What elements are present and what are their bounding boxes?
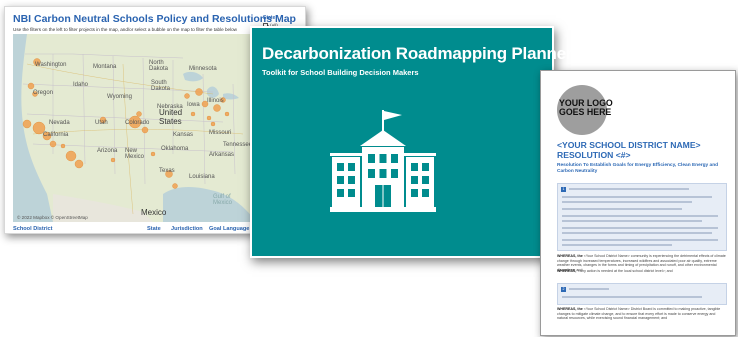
map-copyright: © 2022 Mapbox © OpenStreetMap [17,215,88,220]
column-school-district[interactable]: School District [13,226,52,232]
label-missouri: Missouri [209,130,232,136]
label-arkansas: Arkansas [209,152,235,158]
school-building-icon [330,110,436,212]
label-arizona: Arizona [97,148,118,154]
whereas-clause-3: WHEREAS, the <Your School District Name>… [557,307,721,321]
label-kansas: Kansas [173,132,194,138]
label-minnesota: Minnesota [189,66,217,72]
label-gulf-of-mexico: Gulf of Mexico [213,194,233,206]
resolution-subheading: Resolution To Establish Goals for Energy… [557,163,719,174]
label-north-dakota: North Dakota [149,60,169,72]
label-colorado: Colorado [125,120,150,126]
map-subtitle: Use the filters on the left to filter pr… [13,27,237,32]
guidance-note-2: 2 [557,283,727,305]
label-texas: Texas [159,168,175,174]
label-nevada: Nevada [49,120,70,126]
label-california: California [43,132,69,138]
us-map[interactable]: Washington Montana North Dakota Minnesot… [13,34,257,222]
logo-placeholder-text: YOUR LOGO GOES HERE [559,98,613,117]
label-illinois: Illinois [207,98,224,104]
label-south-dakota: South Dakota [151,80,171,92]
whereas-clause-2: WHEREAS, <why action is needed at the lo… [557,269,673,273]
label-united-states: United States [159,108,183,126]
note-number: 1 [561,187,566,192]
planner-subtitle: Toolkit for School Building Decision Mak… [262,68,419,77]
label-louisiana: Louisiana [189,174,215,180]
column-jurisdiction[interactable]: Jurisdiction [171,226,203,232]
planner-toolkit-card[interactable]: Decarbonization Roadmapping Planner Tool… [250,26,573,258]
label-tennessee: Tennessee [223,142,253,148]
column-goal-language[interactable]: Goal Language [209,226,249,232]
label-oklahoma: Oklahoma [161,146,189,152]
label-oregon: Oregon [33,90,54,96]
label-new-mexico: New Mexico [125,148,145,160]
label-montana: Montana [93,64,117,70]
label-mexico: Mexico [141,208,167,217]
map-title: NBI Carbon Neutral Schools Policy and Re… [13,13,296,25]
column-state[interactable]: State [147,226,161,232]
resolution-heading: <YOUR SCHOOL DISTRICT NAME> RESOLUTION <… [557,140,701,160]
label-idaho: Idaho [73,82,89,88]
resolution-template-card[interactable]: YOUR LOGO GOES HERE <YOUR SCHOOL DISTRIC… [540,70,736,336]
label-washington: Washington [35,62,67,68]
label-utah: Utah [95,120,108,126]
label-wyoming: Wyoming [107,94,132,100]
planner-title: Decarbonization Roadmapping Planner [262,44,573,63]
note-number: 2 [561,287,566,292]
guidance-note-1: 1 [557,183,727,251]
state-filter-title: State [263,15,276,21]
